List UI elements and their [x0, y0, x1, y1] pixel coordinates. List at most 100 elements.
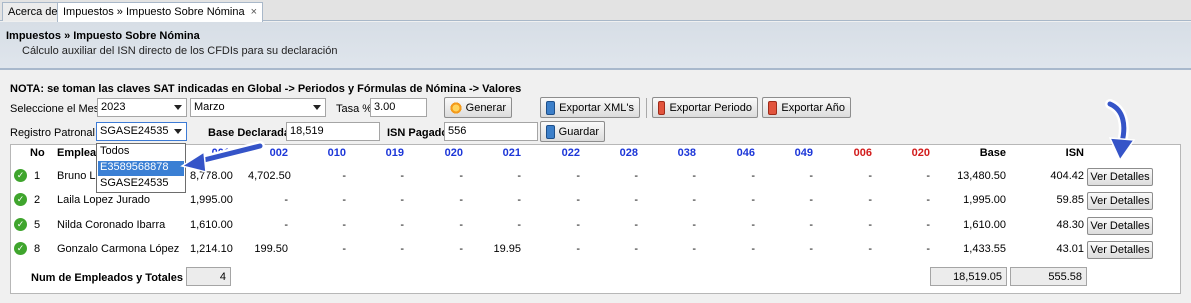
row-isn: 59.85 — [1056, 194, 1084, 206]
row-base: 13,480.50 — [957, 170, 1006, 182]
row-c022: - — [576, 243, 580, 255]
gear-icon — [450, 100, 462, 115]
generar-label: Generar — [465, 101, 506, 114]
row-c010: - — [342, 243, 346, 255]
base-input[interactable]: 18,519 — [286, 122, 380, 141]
row-c010: - — [342, 219, 346, 231]
col-020b: 020 — [911, 147, 930, 159]
generar-button[interactable]: Generar — [444, 97, 512, 118]
save-icon — [546, 124, 555, 139]
save-icon — [546, 100, 556, 115]
col-038: 038 — [677, 147, 696, 159]
header-divider — [0, 68, 1191, 70]
dropdown-option-todos[interactable]: Todos — [98, 145, 184, 160]
row-c019: - — [400, 243, 404, 255]
tasa-label: Tasa % — [336, 103, 373, 115]
row-isn: 43.01 — [1056, 243, 1084, 255]
row-c019: - — [400, 194, 404, 206]
row-c020b: - — [926, 170, 930, 182]
page-subtitle: Cálculo auxiliar del ISN directo de los … — [22, 45, 338, 57]
ver-detalles-button[interactable]: Ver Detalles — [1087, 192, 1153, 210]
isn-label: ISN Pagado — [387, 127, 449, 139]
row-c020b: - — [926, 194, 930, 206]
tab-impuesto-sobre-nomina[interactable]: Impuestos » Impuesto Sobre Nómina × — [57, 2, 264, 22]
row-c010: - — [342, 194, 346, 206]
row-base: 1,610.00 — [963, 219, 1006, 231]
exportar-anio-label: Exportar Año — [781, 101, 845, 114]
row-c019: - — [400, 219, 404, 231]
guardar-label: Guardar — [558, 125, 599, 138]
row-c006: - — [868, 194, 872, 206]
exportar-anio-button[interactable]: Exportar Año — [762, 97, 851, 118]
row-c019: - — [400, 170, 404, 182]
row-c020: - — [459, 219, 463, 231]
row-c028: - — [634, 194, 638, 206]
pdf-icon — [658, 100, 666, 115]
row-c020: - — [459, 170, 463, 182]
row-isn: 48.30 — [1056, 219, 1084, 231]
isn-input[interactable]: 556 — [444, 122, 538, 141]
annotation-arrow-down — [1105, 99, 1136, 162]
row-c010: - — [342, 170, 346, 182]
row-c020: - — [459, 194, 463, 206]
row-empleado: Bruno Lo — [57, 170, 102, 182]
year-value: 2023 — [101, 101, 126, 113]
row-empleado: Nilda Coronado Ibarra — [57, 219, 166, 231]
check-icon: ✓ — [14, 169, 27, 182]
row-base: 1,995.00 — [963, 194, 1006, 206]
exportar-periodo-button[interactable]: Exportar Periodo — [652, 97, 758, 118]
row-c002: - — [284, 219, 288, 231]
close-icon[interactable]: × — [251, 6, 257, 18]
col-021: 021 — [502, 147, 521, 159]
row-no: 1 — [34, 170, 41, 182]
month-select[interactable]: Marzo — [190, 98, 326, 117]
row-empleado: Gonzalo Carmona López — [57, 243, 180, 255]
annotation-arrow-left — [180, 141, 265, 173]
row-c046: - — [751, 243, 755, 255]
row-c002: 199.50 — [254, 243, 288, 255]
row-c006: - — [868, 170, 872, 182]
year-select[interactable]: 2023 — [97, 98, 187, 117]
tab-acerca-de[interactable]: Acerca de — [2, 2, 64, 21]
tasa-input[interactable]: 3.00 — [370, 98, 427, 117]
row-no: 2 — [34, 194, 41, 206]
chevron-down-icon — [174, 105, 182, 110]
row-c049: - — [809, 243, 813, 255]
dropdown-option-sgase24535[interactable]: SGASE24535 — [98, 177, 184, 192]
row-c049: - — [809, 219, 813, 231]
check-icon: ✓ — [14, 193, 27, 206]
row-c001: 1,214.10 — [190, 243, 233, 255]
row-c046: - — [751, 170, 755, 182]
row-no: 8 — [34, 243, 41, 255]
toolbar-separator — [646, 98, 647, 118]
tab-label: Impuestos » Impuesto Sobre Nómina — [63, 6, 245, 18]
row-c021: - — [517, 219, 521, 231]
row-no: 5 — [34, 219, 41, 231]
check-icon: ✓ — [14, 242, 27, 255]
row-c021: - — [517, 170, 521, 182]
row-c046: - — [751, 194, 755, 206]
ver-detalles-button[interactable]: Ver Detalles — [1087, 241, 1153, 259]
row-c021: - — [517, 194, 521, 206]
row-c046: - — [751, 219, 755, 231]
row-isn: 404.42 — [1050, 170, 1084, 182]
row-c049: - — [809, 170, 813, 182]
row-c001: 1,610.00 — [190, 219, 233, 231]
col-006: 006 — [853, 147, 872, 159]
chevron-down-icon — [174, 129, 182, 134]
col-028: 028 — [619, 147, 638, 159]
guardar-button[interactable]: Guardar — [540, 121, 605, 142]
col-base: Base — [979, 147, 1006, 159]
dropdown-option-e3589568878[interactable]: E3589568878 — [98, 161, 184, 176]
row-c038: - — [692, 243, 696, 255]
totals-count: 4 — [186, 267, 231, 286]
row-c049: - — [809, 194, 813, 206]
registro-select[interactable]: SGASE24535 — [96, 122, 187, 141]
row-c028: - — [634, 243, 638, 255]
ver-detalles-button[interactable]: Ver Detalles — [1087, 217, 1153, 235]
pdf-icon — [768, 100, 778, 115]
row-c020b: - — [926, 219, 930, 231]
ver-detalles-button[interactable]: Ver Detalles — [1087, 168, 1153, 186]
row-c020b: - — [926, 243, 930, 255]
exportar-xml-button[interactable]: Exportar XML's — [540, 97, 640, 118]
